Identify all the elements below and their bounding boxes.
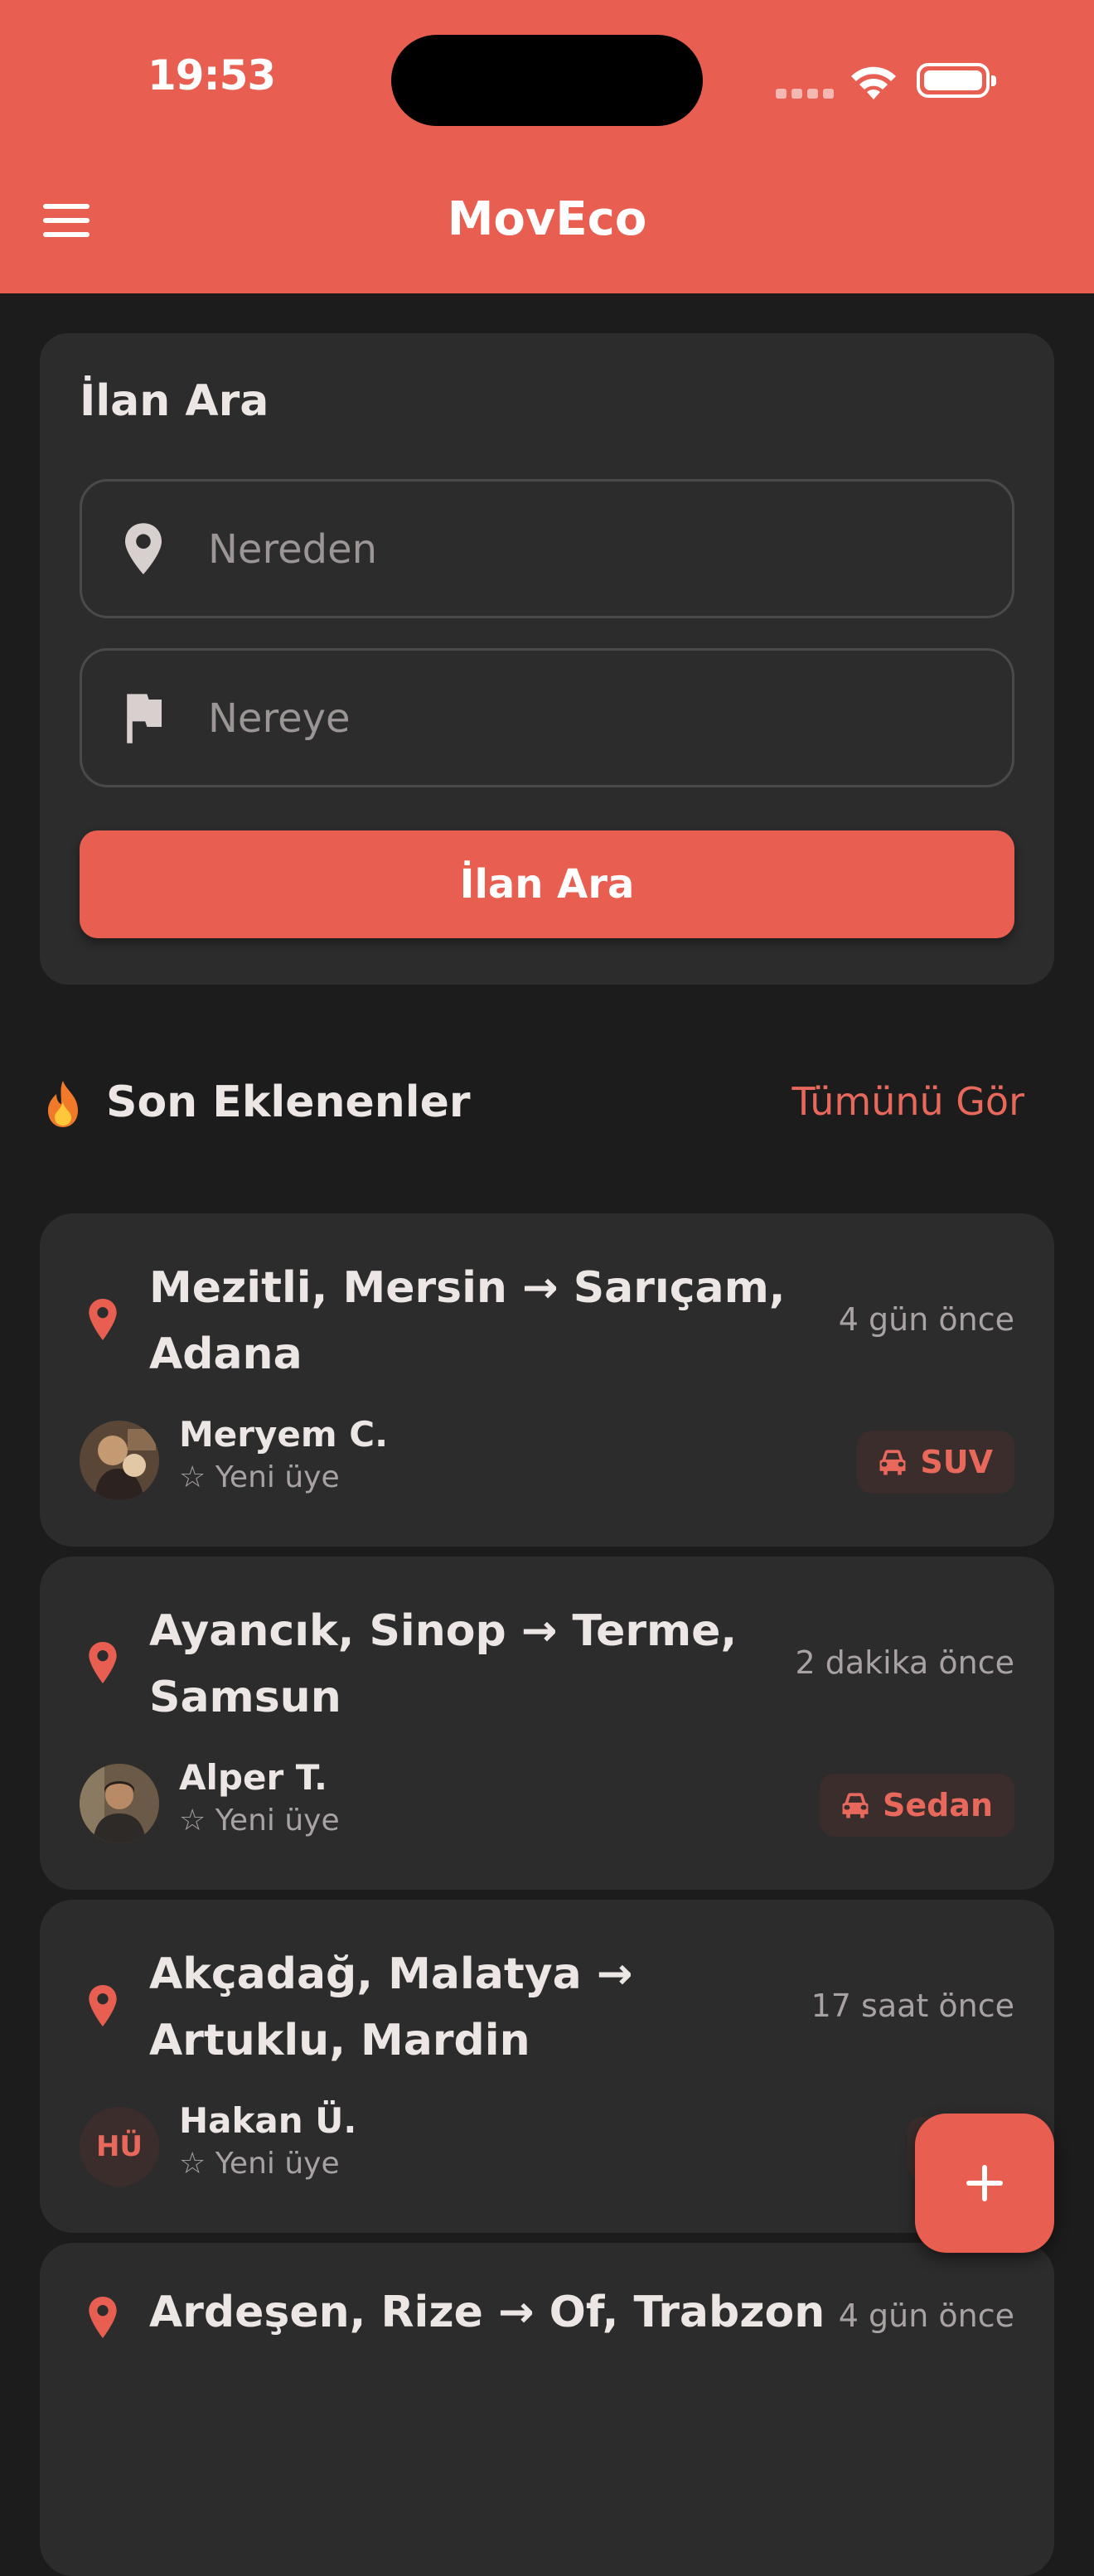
to-field[interactable]	[80, 648, 1014, 787]
user-badge: ☆ Yeni üye	[179, 2147, 340, 2181]
app-title: MovEco	[447, 192, 647, 246]
vehicle-type-label: Sedan	[882, 1787, 993, 1823]
from-input[interactable]	[208, 515, 954, 584]
listing-route: Akçadağ, Malatya → Artuklu, Mardin	[149, 1949, 633, 2065]
from-field[interactable]	[80, 479, 1014, 618]
flag-icon	[127, 694, 162, 743]
section-title: Son Eklenenler	[106, 1077, 471, 1127]
user-name: Meryem C.	[179, 1414, 389, 1455]
search-title: İlan Ara	[80, 376, 269, 426]
fire-icon	[48, 1081, 78, 1127]
listing-time: 2 dakika önce	[795, 1644, 1014, 1681]
listing-route: Ardeşen, Rize → Of, Trabzon	[149, 2288, 825, 2337]
location-pin-icon	[89, 1642, 117, 1683]
user-badge: ☆ Yeni üye	[179, 1804, 340, 1838]
vehicle-type-label: SUV	[920, 1444, 993, 1480]
user-badge: ☆ Yeni üye	[179, 1460, 340, 1494]
vehicle-type-badge: SUV	[857, 1431, 1014, 1494]
location-pin-icon	[89, 2297, 117, 2338]
app-header: 19:53 MovEco	[0, 0, 1094, 293]
location-pin-icon	[125, 523, 162, 574]
listing-time: 17 saat önce	[811, 1988, 1014, 2024]
listing-time: 4 gün önce	[838, 2298, 1014, 2334]
wifi-icon	[851, 66, 896, 99]
location-pin-icon	[89, 1299, 117, 1340]
listing-card[interactable]: Akçadağ, Malatya → Artuklu, Mardin 17 sa…	[40, 1900, 1054, 2233]
car-icon	[879, 1450, 906, 1475]
listing-time: 4 gün önce	[838, 1301, 1014, 1338]
listing-route: Mezitli, Mersin → Sarıçam, Adana	[149, 1263, 786, 1379]
user-name: Hakan Ü.	[179, 2100, 357, 2141]
see-all-link[interactable]: Tümünü Gör	[791, 1079, 1024, 1124]
search-card: İlan Ara İlan Ara	[40, 333, 1054, 985]
listing-route: Ayancık, Sinop → Terme, Samsun	[149, 1606, 738, 1722]
vehicle-type-badge: Sedan	[819, 1774, 1014, 1837]
car-icon	[842, 1793, 869, 1818]
avatar	[80, 1764, 159, 1843]
user-name: Alper T.	[179, 1757, 328, 1798]
location-pin-icon	[89, 1985, 117, 2026]
status-time: 19:53	[148, 51, 276, 99]
dynamic-island	[391, 35, 703, 126]
to-input[interactable]	[208, 684, 954, 753]
avatar	[80, 1421, 159, 1500]
listing-card[interactable]: Ardeşen, Rize → Of, Trabzon 4 gün önce	[40, 2243, 1054, 2576]
add-listing-button[interactable]	[915, 2114, 1054, 2253]
signal-icon	[776, 86, 842, 99]
listing-card[interactable]: Mezitli, Mersin → Sarıçam, Adana 4 gün ö…	[40, 1213, 1054, 1547]
search-button[interactable]: İlan Ara	[80, 830, 1014, 938]
avatar: HÜ	[80, 2107, 159, 2186]
listing-card[interactable]: Ayancık, Sinop → Terme, Samsun 2 dakika …	[40, 1557, 1054, 1890]
battery-icon	[917, 63, 996, 98]
